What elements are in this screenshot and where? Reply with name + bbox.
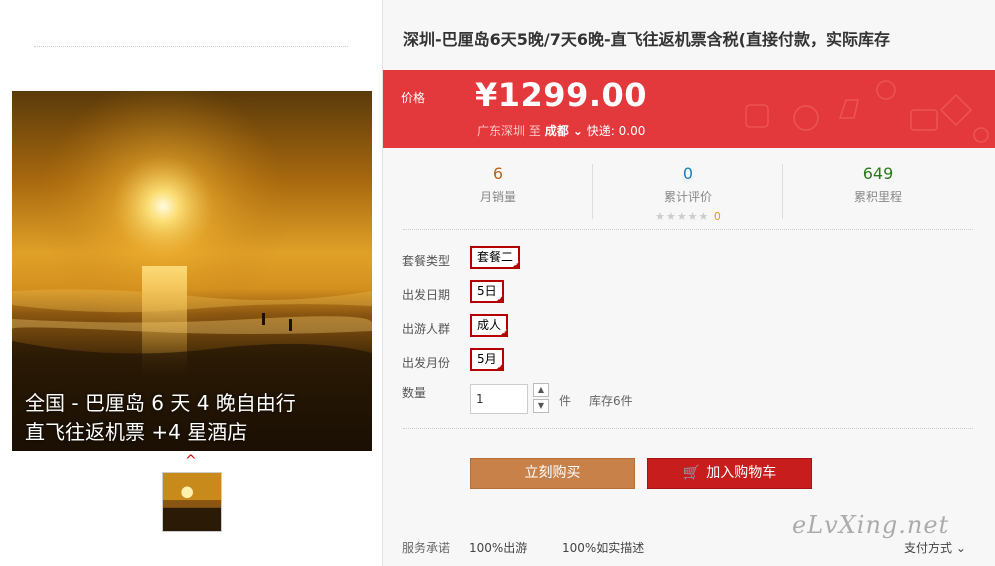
reviews-label: 累计评价 (663, 190, 712, 204)
add-to-cart-button[interactable]: 🛒 加入购物车 (647, 458, 812, 489)
photo-caption-line2: 直飞往返机票 +4 星酒店 (25, 420, 248, 444)
check-corner-icon (494, 294, 504, 303)
service-item-travel: 100%出游 (469, 541, 528, 555)
quantity-input[interactable]: 1 (470, 384, 528, 414)
destination-select[interactable]: 成都 ⌄ (545, 124, 583, 138)
photo-caption-line1: 全国 - 巴厘岛 6 天 4 晚自由行 (25, 391, 296, 415)
stats-row: 6 月销量 0 累计评价 ★★★★★ 0 649 累积里程 (403, 160, 973, 230)
chevron-down-icon: ⌄ (572, 124, 583, 138)
section-divider (403, 428, 973, 429)
option-crowd-label: 出游人群 (402, 322, 451, 336)
quantity-unit: 件 (559, 394, 572, 408)
payment-method-toggle[interactable]: 支付方式 ⌄ (904, 539, 966, 556)
stock-text: 库存6件 (589, 394, 633, 408)
payment-method-label: 支付方式 (904, 541, 953, 555)
monthly-sales-label: 月销量 (479, 190, 516, 204)
quantity-decrease-button[interactable]: ▼ (533, 399, 549, 413)
shipping-row: 广东深圳 至 成都 ⌄ 快递: 0.00 (477, 122, 645, 139)
option-package-selected[interactable]: 套餐二 (470, 246, 521, 269)
cart-icon: 🛒 (682, 465, 701, 481)
photo-caption: 全国 - 巴厘岛 6 天 4 晚自由行 直飞往返机票 +4 星酒店 (25, 389, 296, 447)
reviews-count: 0 (713, 210, 721, 223)
buy-now-button[interactable]: 立刻购买 (470, 458, 635, 489)
rating-stars-icon: ★★★★★ 0 (655, 210, 721, 223)
price-box: 价格 ¥1299.00 广东深圳 至 成都 ⌄ 快递: 0.00 (383, 70, 995, 148)
monthly-sales-value: 6 (492, 164, 504, 183)
monthly-sales: 6 月销量 (403, 160, 593, 205)
reviews[interactable]: 0 累计评价 ★★★★★ 0 (593, 160, 783, 224)
product-title: 深圳-巴厘岛6天5晚/7天6晚-直飞往返机票含税(直接付款，实际库存 (403, 30, 890, 49)
chevron-down-icon: ⌄ (955, 541, 966, 555)
quantity-label: 数量 (402, 386, 427, 400)
price-label: 价格 (401, 91, 426, 105)
main-product-photo[interactable]: 全国 - 巴厘岛 6 天 4 晚自由行 直飞往返机票 +4 星酒店 (12, 91, 372, 451)
option-package-label: 套餐类型 (402, 254, 451, 268)
reviews-value: 0 (682, 164, 694, 183)
decorative-pattern-icon (745, 80, 989, 143)
gallery-panel: 全国 - 巴厘岛 6 天 4 晚自由行 直飞往返机票 +4 星酒店 ^ (0, 0, 382, 566)
product-detail-panel: 深圳-巴厘岛6天5晚/7天6晚-直飞往返机票含税(直接付款，实际库存 价格 ¥1… (382, 0, 995, 566)
miles-value: 649 (862, 164, 894, 183)
thumbnail-sunset (163, 473, 221, 531)
service-label: 服务承诺 (402, 541, 451, 555)
price-value: ¥1299.00 (475, 76, 648, 114)
ship-from: 广东深圳 (477, 124, 526, 138)
option-package-value: 套餐二 (477, 250, 514, 264)
chevron-up-icon[interactable]: ^ (185, 454, 197, 468)
miles-label: 累积里程 (853, 190, 902, 204)
shipping-fee: 快递: 0.00 (586, 124, 646, 138)
ship-to-word: 至 (528, 124, 541, 138)
check-corner-icon (494, 362, 504, 371)
add-to-cart-label: 加入购物车 (706, 465, 777, 481)
option-crowd-selected[interactable]: 成人 (470, 314, 509, 337)
option-date-label: 出发日期 (402, 288, 451, 302)
watermark: eLvXing.net (792, 511, 950, 539)
destination-city: 成都 (544, 124, 569, 138)
check-corner-icon (511, 260, 521, 269)
quantity-increase-button[interactable]: ▲ (533, 383, 549, 397)
service-item-description: 100%如实描述 (562, 541, 645, 555)
option-month-label: 出发月份 (402, 356, 451, 370)
option-date-selected[interactable]: 5日 (470, 280, 504, 303)
option-month-selected[interactable]: 5月 (470, 348, 504, 371)
miles: 649 累积里程 (783, 160, 973, 205)
thumbnail-image[interactable] (162, 472, 222, 532)
check-corner-icon (499, 328, 509, 337)
gallery-divider (34, 46, 348, 47)
option-crowd-value: 成人 (477, 318, 502, 332)
